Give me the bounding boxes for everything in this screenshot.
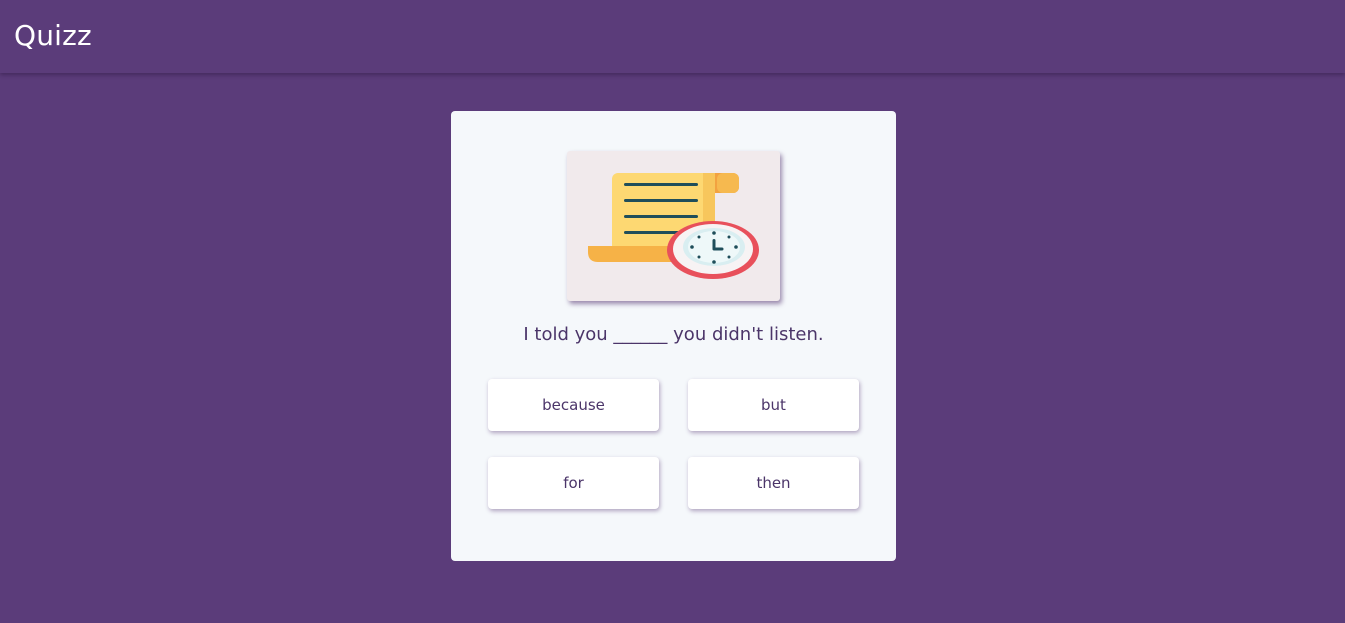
quiz-card: I told you ______ you didn't listen. bec… [451, 111, 896, 561]
navbar: Quizz [0, 0, 1345, 73]
question-text: I told you ______ you didn't listen. [523, 324, 824, 345]
answer-button-but[interactable]: but [688, 379, 859, 431]
answer-button-because[interactable]: because [488, 379, 659, 431]
brand-title[interactable]: Quizz [14, 19, 92, 53]
question-illustration [567, 151, 780, 301]
answer-button-then[interactable]: then [688, 457, 859, 509]
scroll-with-clock-icon [588, 173, 759, 279]
answer-button-for[interactable]: for [488, 457, 659, 509]
